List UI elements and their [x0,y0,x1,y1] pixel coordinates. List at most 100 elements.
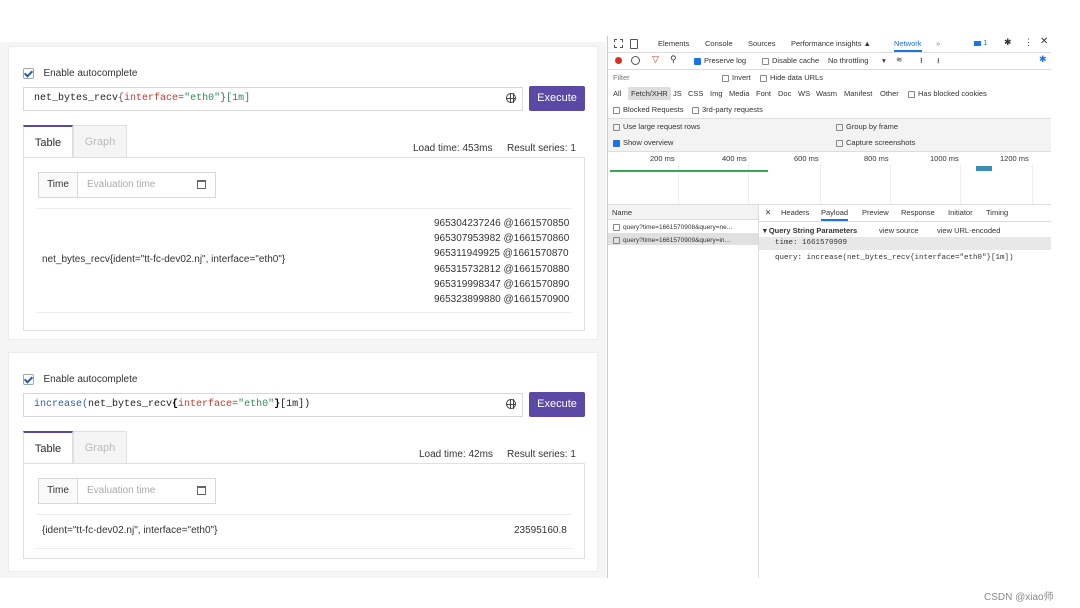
tab-graph[interactable]: Graph [73,431,127,463]
evaluation-time-input[interactable]: Evaluation time [87,479,155,503]
globe-icon[interactable] [506,399,516,409]
execute-button[interactable]: Execute [529,392,585,417]
invert-toggle[interactable]: Invert [722,73,751,82]
blocked-cookies-checkbox[interactable] [908,90,915,98]
tab-table[interactable]: Table [23,431,73,463]
tab-headers[interactable]: Headers [781,208,809,217]
type-all[interactable]: All [613,89,621,98]
settings-icon[interactable]: ✱ [1039,54,1047,65]
request-checkbox[interactable] [613,236,620,244]
type-other[interactable]: Other [880,89,899,98]
request-row[interactable]: query?time=1661570908&query=ne... [608,220,758,232]
blocked-requests-checkbox[interactable] [613,106,620,114]
autocomplete-checkbox[interactable] [23,68,34,80]
third-party-toggle[interactable]: 3rd-party requests [692,105,763,114]
type-js[interactable]: JS [673,89,682,98]
type-css[interactable]: CSS [688,89,703,98]
preserve-log-checkbox[interactable] [694,57,701,65]
type-img[interactable]: Img [710,89,723,98]
large-rows-label: Use large request rows [623,122,701,131]
request-checkbox[interactable] [613,223,620,231]
tab-graph[interactable]: Graph [73,125,127,157]
expression-input[interactable]: net_bytes_recv{interface="eth0"}[1m] [23,87,523,111]
calendar-icon[interactable] [197,486,206,495]
type-ws[interactable]: WS [798,89,810,98]
filter-input[interactable]: Filter [613,73,713,82]
download-icon[interactable]: ⭳ [937,55,940,68]
tab-console[interactable]: Console [705,39,733,48]
time-input-group[interactable]: Time Evaluation time [38,478,216,504]
large-rows-checkbox[interactable] [613,123,620,131]
request-details: ✕ Headers Payload Preview Response Initi… [759,205,1051,578]
more-tabs-icon[interactable]: » [936,39,940,48]
group-by-frame-checkbox[interactable] [836,123,843,131]
type-wasm[interactable]: Wasm [816,89,837,98]
name-column-header[interactable]: Name [608,205,758,220]
view-source-link[interactable]: view source [879,226,919,235]
request-row-selected[interactable]: query?time=1661570909&query=in... [608,233,758,245]
third-party-checkbox[interactable] [692,106,699,114]
show-overview-toggle[interactable]: Show overview [613,138,673,147]
filter-funnel-icon[interactable]: ▽ [652,54,659,65]
tab-sources[interactable]: Sources [748,39,776,48]
search-icon[interactable]: ⚲ [670,54,677,65]
close-details-icon[interactable]: ✕ [765,208,771,217]
tab-table[interactable]: Table [23,125,73,157]
blocked-requests-toggle[interactable]: Blocked Requests [613,105,683,114]
query-string-parameters-title[interactable]: ▾ Query String Parameters [763,226,857,235]
disable-cache-toggle[interactable]: Disable cache [762,56,819,65]
evaluation-time-input[interactable]: Evaluation time [87,173,155,197]
issues-badge[interactable]: 1 [974,38,987,47]
invert-checkbox[interactable] [722,74,729,82]
upload-icon[interactable]: ⭱ [920,55,923,68]
throttling-select[interactable]: No throttling [828,56,868,65]
tab-initiator[interactable]: Initiator [948,208,973,217]
tab-timing[interactable]: Timing [986,208,1008,217]
autocomplete-toggle[interactable]: Enable autocomplete [23,371,137,389]
network-toolbar: ▽ ⚲ Preserve log Disable cache No thrott… [608,53,1051,70]
expression-input[interactable]: increase(net_bytes_recv{interface="eth0"… [23,393,523,417]
blocked-cookies-toggle[interactable]: Has blocked cookies [908,89,987,98]
preserve-log-toggle[interactable]: Preserve log [694,56,746,65]
kebab-menu-icon[interactable]: ⋮ [1024,37,1033,48]
timeline-tick: 600 ms [794,154,819,163]
large-rows-toggle[interactable]: Use large request rows [613,122,700,131]
autocomplete-toggle[interactable]: Enable autocomplete [23,65,137,83]
tab-network[interactable]: Network [894,39,922,52]
group-by-frame-toggle[interactable]: Group by frame [836,122,898,131]
disable-cache-checkbox[interactable] [762,57,769,65]
view-url-encoded-link[interactable]: view URL-encoded [937,226,1000,235]
type-manifest[interactable]: Manifest [844,89,872,98]
type-doc[interactable]: Doc [778,89,791,98]
tab-response[interactable]: Response [901,208,935,217]
hide-data-urls-toggle[interactable]: Hide data URLs [760,73,823,82]
series-values: 965304237246 @1661570850 965307953982 @1… [434,216,569,307]
tab-payload[interactable]: Payload [821,208,849,221]
table-content: Time Evaluation time {ident="tt-fc-dev02… [23,463,585,559]
tab-preview[interactable]: Preview [862,208,889,217]
show-overview-checkbox[interactable] [613,139,620,147]
capture-screenshots-checkbox[interactable] [836,139,843,147]
type-font[interactable]: Font [756,89,771,98]
capture-screenshots-toggle[interactable]: Capture screenshots [836,138,915,147]
time-input-group[interactable]: Time Evaluation time [38,172,216,198]
calendar-icon[interactable] [197,180,206,189]
wifi-icon[interactable]: ≋ [896,55,902,64]
close-icon[interactable]: ✕ [1040,36,1048,47]
globe-icon[interactable] [506,93,516,103]
tab-performance-insights[interactable]: Performance insights ▲ [791,39,871,48]
autocomplete-checkbox[interactable] [23,374,34,386]
capture-screenshots-label: Capture screenshots [846,138,916,147]
hide-data-urls-checkbox[interactable] [760,74,767,82]
timeline-overview[interactable]: 200 ms 400 ms 600 ms 800 ms 1000 ms 1200… [608,152,1051,205]
device-toggle-icon[interactable] [630,39,638,49]
clear-icon[interactable] [631,56,640,65]
execute-button[interactable]: Execute [529,86,585,111]
gear-icon[interactable]: ✱ [1004,37,1012,48]
type-media[interactable]: Media [729,89,749,98]
record-icon[interactable] [615,57,622,64]
inspect-icon[interactable] [614,39,623,48]
chevron-down-icon[interactable]: ▾ [882,56,886,65]
type-fetch-xhr[interactable]: Fetch/XHR [628,87,671,100]
tab-elements[interactable]: Elements [658,39,689,48]
